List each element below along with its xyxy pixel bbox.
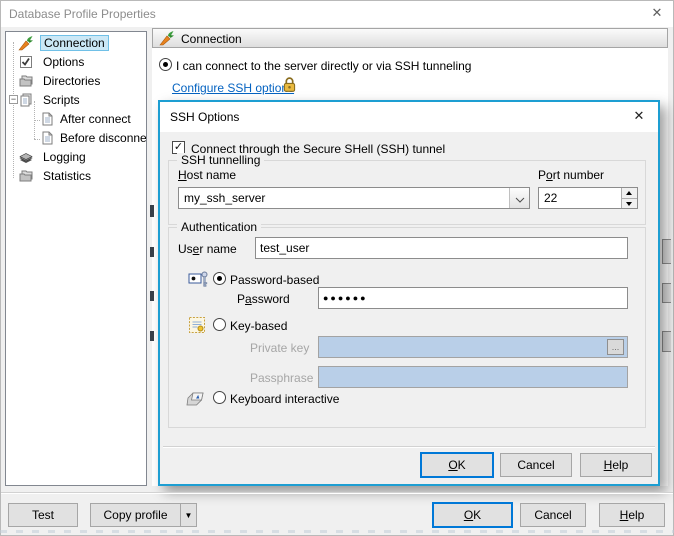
main-close-icon[interactable]: ✕ bbox=[642, 0, 672, 26]
database-profile-properties-window: Database Profile Properties ✕ Connection… bbox=[0, 0, 674, 536]
main-ok-button[interactable]: OK bbox=[432, 502, 513, 528]
host-name-value: my_ssh_server bbox=[184, 191, 265, 205]
sidebar-item-statistics[interactable]: Statistics bbox=[6, 167, 146, 186]
ssh-ok-button[interactable]: OK bbox=[420, 452, 494, 478]
sidebar-item-label: Logging bbox=[43, 150, 86, 164]
book-icon bbox=[18, 149, 34, 165]
host-name-label: Host name bbox=[178, 168, 236, 182]
page-icon bbox=[39, 111, 55, 127]
sidebar-item-label: Statistics bbox=[43, 169, 91, 183]
sidebar-item-logging[interactable]: Logging bbox=[6, 148, 146, 167]
certificate-icon bbox=[188, 316, 206, 334]
keyboard-key-icon bbox=[185, 388, 206, 409]
private-key-input: ... bbox=[318, 336, 628, 358]
password-field-icon bbox=[188, 269, 209, 290]
background-window-edge bbox=[0, 530, 674, 533]
password-label: Password bbox=[237, 292, 290, 306]
lock-icon bbox=[281, 76, 298, 93]
passphrase-input bbox=[318, 366, 628, 388]
direct-connect-radio[interactable] bbox=[159, 58, 172, 71]
sidebar-item-label: Connection bbox=[40, 35, 109, 51]
sidebar-item-before-disconnect[interactable]: Before disconnec bbox=[6, 129, 146, 148]
sidebar-item-label: Before disconnec bbox=[60, 131, 147, 145]
ssh-options-dialog: SSH Options ✕ ✓ Connect through the Secu… bbox=[158, 100, 660, 486]
passphrase-label: Passphrase bbox=[250, 371, 313, 385]
sidebar-item-scripts[interactable]: Scripts bbox=[6, 91, 146, 110]
clipped-background-field bbox=[662, 331, 671, 352]
sidebar-item-label: After connect bbox=[60, 112, 131, 126]
spin-down-icon[interactable] bbox=[622, 198, 637, 208]
copy-profile-button[interactable]: Copy profile bbox=[90, 503, 181, 527]
checkbox-icon bbox=[18, 54, 34, 70]
authentication-group-title: Authentication bbox=[177, 220, 261, 234]
dialog-separator bbox=[163, 446, 655, 448]
browse-button[interactable]: ... bbox=[607, 339, 624, 355]
section-header: Connection bbox=[152, 28, 668, 48]
port-number-spinner[interactable]: 22 bbox=[538, 187, 638, 209]
private-key-label: Private key bbox=[250, 341, 309, 355]
ssh-tunnelling-group-title: SSH tunnelling bbox=[177, 153, 264, 167]
port-number-label: Port number bbox=[538, 168, 604, 182]
host-name-combobox[interactable]: my_ssh_server bbox=[178, 187, 530, 209]
carrot-icon bbox=[159, 30, 175, 46]
test-button[interactable]: Test bbox=[8, 503, 78, 527]
clipped-background-field bbox=[662, 239, 671, 264]
ssh-cancel-button[interactable]: Cancel bbox=[500, 453, 572, 477]
clipped-background-text bbox=[150, 205, 154, 217]
sidebar-item-after-connect[interactable]: After connect bbox=[6, 110, 146, 129]
clipped-background-field bbox=[662, 283, 671, 303]
configure-ssh-options-link[interactable]: Configure SSH options bbox=[172, 81, 294, 95]
folders-icon bbox=[18, 73, 34, 89]
user-name-label: User name bbox=[178, 242, 237, 256]
ssh-close-icon[interactable]: ✕ bbox=[624, 102, 654, 130]
ssh-dialog-title: SSH Options bbox=[170, 110, 239, 124]
sidebar-item-label: Directories bbox=[43, 74, 100, 88]
page-icon bbox=[39, 130, 55, 146]
chevron-down-icon[interactable] bbox=[509, 188, 529, 208]
sidebar-item-label: Options bbox=[43, 55, 84, 69]
port-number-value: 22 bbox=[544, 191, 557, 205]
sidebar-item-connection[interactable]: Connection bbox=[6, 34, 146, 53]
tree-collapse-icon[interactable]: − bbox=[9, 95, 18, 104]
sidebar-item-options[interactable]: Options bbox=[6, 53, 146, 72]
key-based-radio[interactable] bbox=[213, 318, 226, 331]
main-titlebar: Database Profile Properties bbox=[1, 1, 673, 27]
clipped-background-text bbox=[150, 247, 154, 257]
ssh-dialog-titlebar: SSH Options bbox=[160, 102, 658, 132]
sidebar-item-label: Scripts bbox=[43, 93, 80, 107]
spin-up-icon[interactable] bbox=[622, 188, 637, 198]
profile-sections-tree: Connection Options Directories Scripts bbox=[5, 31, 147, 486]
key-based-radio-label: Key-based bbox=[230, 319, 287, 333]
footer-separator bbox=[1, 492, 673, 494]
ssh-help-button[interactable]: Help bbox=[580, 453, 652, 477]
password-based-radio[interactable] bbox=[213, 272, 226, 285]
copy-profile-dropdown-icon[interactable]: ▼ bbox=[180, 503, 197, 527]
section-header-title: Connection bbox=[181, 32, 242, 46]
sidebar-item-directories[interactable]: Directories bbox=[6, 72, 146, 91]
clipped-background-text bbox=[150, 291, 154, 301]
password-input[interactable] bbox=[318, 287, 628, 309]
keyboard-interactive-radio-label: Keyboard interactive bbox=[230, 392, 339, 406]
window-title: Database Profile Properties bbox=[9, 7, 156, 21]
scripts-icon bbox=[18, 92, 34, 108]
user-name-input[interactable] bbox=[255, 237, 628, 259]
main-help-button[interactable]: Help bbox=[599, 503, 665, 527]
carrot-icon bbox=[18, 35, 34, 51]
password-based-radio-label: Password-based bbox=[230, 273, 319, 287]
clipped-background-text bbox=[150, 331, 154, 341]
keyboard-interactive-radio[interactable] bbox=[213, 391, 226, 404]
main-cancel-button[interactable]: Cancel bbox=[520, 503, 586, 527]
direct-connect-radio-label: I can connect to the server directly or … bbox=[176, 59, 471, 73]
folders-icon bbox=[18, 168, 34, 184]
